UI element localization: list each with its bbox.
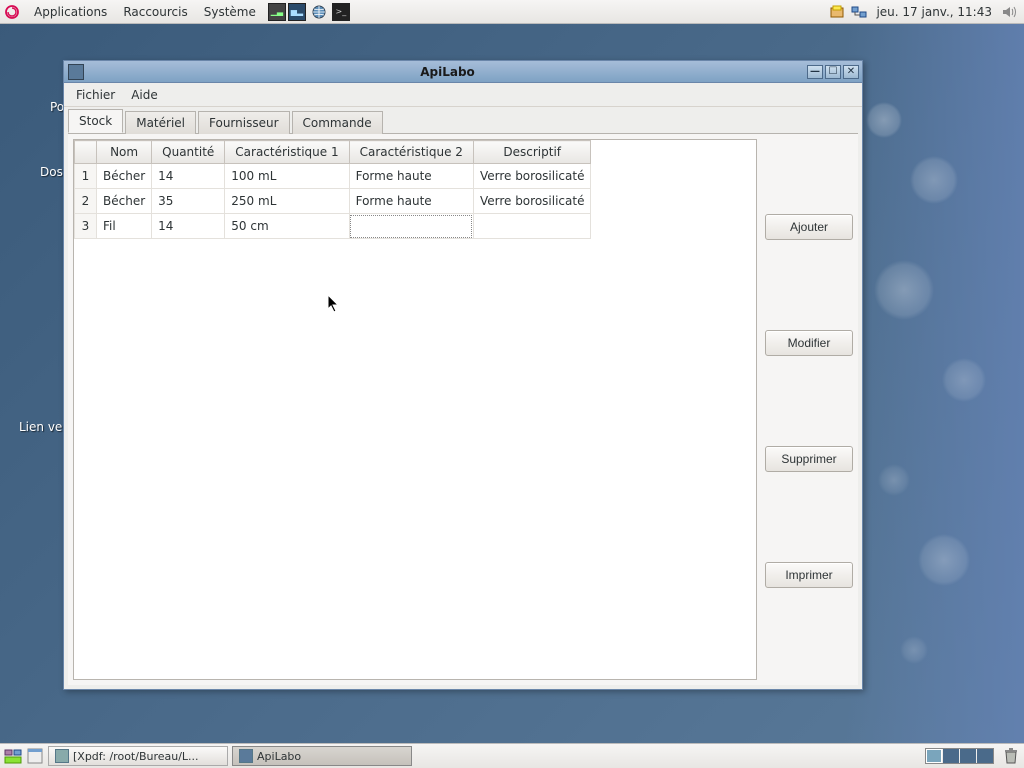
cell-quantite[interactable]: 14 (152, 214, 225, 239)
cell-idx: 2 (75, 189, 97, 214)
desktop-icon-label[interactable]: Lien ve (19, 420, 62, 434)
bottom-panel: [Xpdf: /root/Bureau/L... ApiLabo (0, 743, 1024, 768)
cell-desc[interactable]: Verre borosilicaté (473, 189, 591, 214)
tabs: Stock Matériel Fournisseur Commande (64, 107, 862, 133)
app-icon (68, 64, 84, 80)
clock[interactable]: jeu. 17 janv., 11:43 (870, 5, 998, 19)
aide-menu[interactable]: Aide (123, 85, 166, 105)
menubar: Fichier Aide (64, 83, 862, 107)
taskbar-xpdf[interactable]: [Xpdf: /root/Bureau/L... (48, 746, 228, 766)
col-caracteristique-2[interactable]: Caractéristique 2 (349, 141, 473, 164)
raccourcis-menu[interactable]: Raccourcis (115, 3, 195, 21)
workspace-pager[interactable] (925, 748, 994, 764)
ajouter-button[interactable]: Ajouter (765, 214, 853, 240)
debian-logo-icon[interactable] (4, 4, 20, 20)
cell-idx: 1 (75, 164, 97, 189)
panel-applets: ▁▃ ▅▂ >_ (268, 3, 350, 21)
apilabo-icon (239, 749, 253, 763)
action-buttons: Ajouter Modifier Supprimer Imprimer (765, 139, 853, 680)
col-caracteristique-1[interactable]: Caractéristique 1 (225, 141, 349, 164)
cell-nom[interactable]: Bécher (97, 164, 152, 189)
tab-commande[interactable]: Commande (292, 111, 383, 134)
cell-desc[interactable] (473, 214, 591, 239)
cell-nom[interactable]: Fil (97, 214, 152, 239)
titlebar[interactable]: ApiLabo — ☐ ✕ (64, 61, 862, 83)
system-monitor-applet-icon[interactable]: ▅▂ (288, 3, 306, 21)
tab-content: Nom Quantité Caractéristique 1 Caractéri… (68, 133, 858, 685)
network-icon[interactable] (850, 3, 868, 21)
systeme-menu[interactable]: Système (196, 3, 264, 21)
apilabo-window: ApiLabo — ☐ ✕ Fichier Aide Stock Matérie… (63, 60, 863, 690)
workspace-2[interactable] (943, 749, 959, 763)
tab-materiel[interactable]: Matériel (125, 111, 196, 134)
tab-fournisseur[interactable]: Fournisseur (198, 111, 290, 134)
cell-idx: 3 (75, 214, 97, 239)
show-desktop-icon[interactable] (4, 747, 22, 765)
terminal-applet-icon[interactable]: >_ (332, 3, 350, 21)
tab-stock[interactable]: Stock (68, 109, 123, 133)
xpdf-icon (55, 749, 69, 763)
stock-table[interactable]: Nom Quantité Caractéristique 1 Caractéri… (73, 139, 757, 680)
web-browser-icon[interactable] (310, 3, 328, 21)
window-title: ApiLabo (88, 65, 807, 79)
workspace-1[interactable] (926, 749, 942, 763)
cell-quantite[interactable]: 14 (152, 164, 225, 189)
taskbar-apilabo[interactable]: ApiLabo (232, 746, 412, 766)
taskbar-xpdf-label: [Xpdf: /root/Bureau/L... (73, 750, 199, 763)
table-row[interactable]: 3 Fil 14 50 cm (75, 214, 591, 239)
wallpaper-bubbles (844, 0, 1024, 768)
cell-quantite[interactable]: 35 (152, 189, 225, 214)
applications-menu[interactable]: Applications (26, 3, 115, 21)
col-descriptif[interactable]: Descriptif (473, 141, 591, 164)
cell-desc[interactable]: Verre borosilicaté (473, 164, 591, 189)
table-row[interactable]: 2 Bécher 35 250 mL Forme haute Verre bor… (75, 189, 591, 214)
cell-c1[interactable]: 100 mL (225, 164, 349, 189)
cell-c2[interactable]: Forme haute (349, 189, 473, 214)
close-button[interactable]: ✕ (843, 65, 859, 79)
workspace-3[interactable] (960, 749, 976, 763)
volume-icon[interactable] (1000, 3, 1018, 21)
cell-c1[interactable]: 250 mL (225, 189, 349, 214)
minimize-button[interactable]: — (807, 65, 823, 79)
table-row[interactable]: 1 Bécher 14 100 mL Forme haute Verre bor… (75, 164, 591, 189)
workspace-4[interactable] (977, 749, 993, 763)
update-notifier-icon[interactable] (828, 3, 846, 21)
window-list-icon[interactable] (26, 747, 44, 765)
cell-c2[interactable]: Forme haute (349, 164, 473, 189)
taskbar-apilabo-label: ApiLabo (257, 750, 301, 763)
trash-icon[interactable] (1002, 747, 1020, 765)
top-panel: Applications Raccourcis Système ▁▃ ▅▂ >_… (0, 0, 1024, 24)
fichier-menu[interactable]: Fichier (68, 85, 123, 105)
col-quantite[interactable]: Quantité (152, 141, 225, 164)
cell-c2[interactable] (349, 214, 473, 239)
supprimer-button[interactable]: Supprimer (765, 446, 853, 472)
cell-nom[interactable]: Bécher (97, 189, 152, 214)
imprimer-button[interactable]: Imprimer (765, 562, 853, 588)
maximize-button[interactable]: ☐ (825, 65, 841, 79)
system-monitor-applet-icon[interactable]: ▁▃ (268, 3, 286, 21)
col-index[interactable] (75, 141, 97, 164)
modifier-button[interactable]: Modifier (765, 330, 853, 356)
cell-c1[interactable]: 50 cm (225, 214, 349, 239)
col-nom[interactable]: Nom (97, 141, 152, 164)
